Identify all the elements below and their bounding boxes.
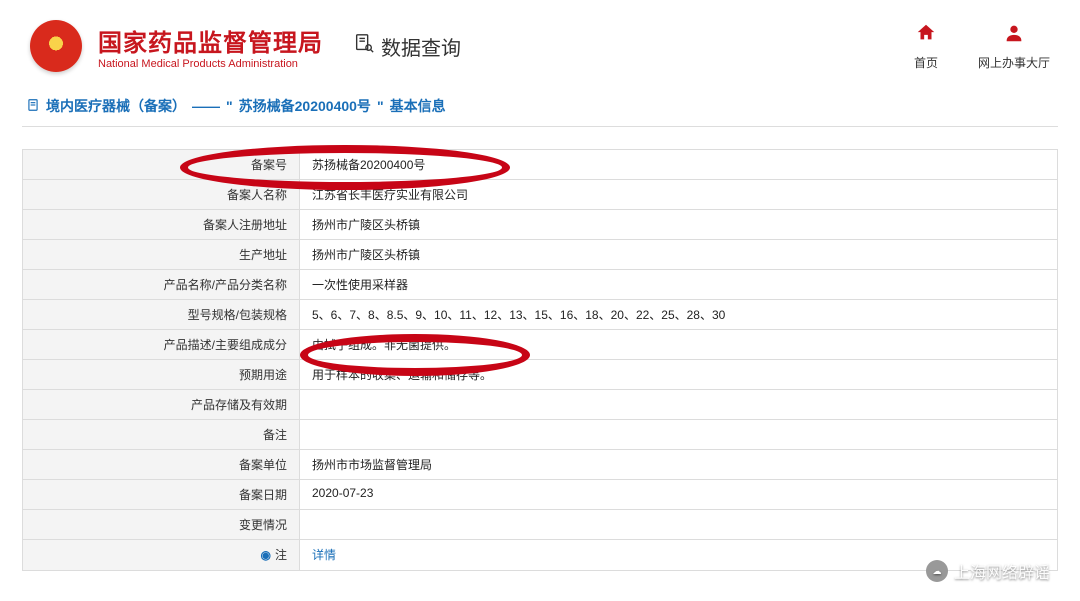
watermark-text: 上海网络辟谣	[954, 559, 1050, 583]
table-row: 备案人名称 江苏省长丰医疗实业有限公司	[23, 180, 1057, 210]
field-value	[300, 510, 1057, 539]
agency-name-en: National Medical Products Administration	[98, 58, 323, 70]
field-value: 用于样本的收集、运输和储存等。	[300, 360, 1057, 389]
field-value: 扬州市广陵区头桥镇	[300, 240, 1057, 269]
watermark: ☁ 上海网络辟谣	[926, 559, 1050, 583]
table-row: 变更情况	[23, 510, 1057, 540]
info-icon: ◉	[261, 548, 271, 562]
data-query-heading: 数据查询	[353, 32, 461, 61]
breadcrumb-suffix: 基本信息	[390, 96, 446, 116]
wechat-icon: ☁	[926, 560, 948, 582]
breadcrumb-category[interactable]: 境内医疗器械（备案）	[46, 96, 186, 116]
field-label: 预期用途	[23, 360, 300, 389]
main-content: 境内医疗器械（备案） —— " 苏扬械备20200400号 " 基本信息 备案号 苏…	[0, 82, 1080, 571]
table-row: 备案单位 扬州市市场监督管理局	[23, 450, 1057, 480]
field-label: 产品存储及有效期	[23, 390, 300, 419]
field-label: 备案人名称	[23, 180, 300, 209]
field-value	[300, 420, 1057, 449]
table-row: 预期用途 用于样本的收集、运输和储存等。	[23, 360, 1057, 390]
nav-home[interactable]: 首页	[914, 22, 938, 71]
table-row: 产品存储及有效期	[23, 390, 1057, 420]
table-row-note: ◉注 详情	[23, 540, 1057, 570]
breadcrumb-quote-close: "	[377, 98, 384, 114]
breadcrumb-quote-open: "	[226, 98, 233, 114]
table-row: 生产地址 扬州市广陵区头桥镇	[23, 240, 1057, 270]
table-row: 备案号 苏扬械备20200400号	[23, 150, 1057, 180]
field-label: 型号规格/包装规格	[23, 300, 300, 329]
nav-hall-label: 网上办事大厅	[978, 54, 1050, 71]
field-value: 一次性使用采样器	[300, 270, 1057, 299]
data-query-label: 数据查询	[381, 32, 461, 61]
field-label: 产品描述/主要组成成分	[23, 330, 300, 359]
nav-right: 首页 网上办事大厅	[914, 22, 1050, 71]
table-row: 备案日期 2020-07-23	[23, 480, 1057, 510]
table-row: 备案人注册地址 扬州市广陵区头桥镇	[23, 210, 1057, 240]
nav-home-label: 首页	[914, 54, 938, 71]
field-label: 备注	[23, 420, 300, 449]
field-label: 生产地址	[23, 240, 300, 269]
field-label: 备案日期	[23, 480, 300, 509]
table-row: 型号规格/包装规格 5、6、7、8、8.5、9、10、11、12、13、15、1…	[23, 300, 1057, 330]
note-label-text: 注	[275, 548, 287, 562]
document-icon	[26, 98, 40, 115]
field-value: 苏扬械备20200400号	[300, 150, 1057, 179]
field-value: 扬州市广陵区头桥镇	[300, 210, 1057, 239]
field-label: 备案单位	[23, 450, 300, 479]
nav-service-hall[interactable]: 网上办事大厅	[978, 22, 1050, 71]
detail-link[interactable]: 详情	[312, 548, 336, 562]
breadcrumb-record-no: 苏扬械备20200400号	[239, 96, 371, 116]
table-row: 产品描述/主要组成成分 由拭子组成。非无菌提供。	[23, 330, 1057, 360]
field-value: 5、6、7、8、8.5、9、10、11、12、13、15、16、18、20、22…	[300, 300, 1057, 329]
field-label: 产品名称/产品分类名称	[23, 270, 300, 299]
table-row: 产品名称/产品分类名称 一次性使用采样器	[23, 270, 1057, 300]
page-header: 国家药品监督管理局 National Medical Products Admi…	[0, 0, 1080, 82]
field-label: 备案人注册地址	[23, 210, 300, 239]
table-row: 备注	[23, 420, 1057, 450]
field-label: 备案号	[23, 150, 300, 179]
home-icon	[915, 22, 937, 50]
field-label: 变更情况	[23, 510, 300, 539]
user-icon	[1003, 22, 1025, 50]
breadcrumb-sep: ——	[192, 98, 220, 114]
agency-name-cn: 国家药品监督管理局	[98, 23, 323, 58]
field-label-note: ◉注	[23, 540, 300, 570]
agency-block: 国家药品监督管理局 National Medical Products Admi…	[98, 23, 323, 70]
field-value: 2020-07-23	[300, 480, 1057, 509]
breadcrumb: 境内医疗器械（备案） —— " 苏扬械备20200400号 " 基本信息	[22, 82, 1058, 127]
search-doc-icon	[353, 32, 375, 60]
field-value: 江苏省长丰医疗实业有限公司	[300, 180, 1057, 209]
national-emblem-icon	[30, 20, 82, 72]
field-value: 由拭子组成。非无菌提供。	[300, 330, 1057, 359]
field-value: 扬州市市场监督管理局	[300, 450, 1057, 479]
record-table: 备案号 苏扬械备20200400号 备案人名称 江苏省长丰医疗实业有限公司 备案…	[22, 149, 1058, 571]
field-value	[300, 390, 1057, 419]
